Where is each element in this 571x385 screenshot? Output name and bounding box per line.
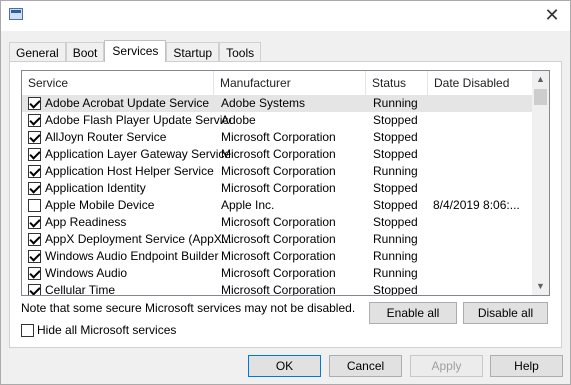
service-checkbox[interactable] bbox=[28, 165, 41, 178]
tab-strip: General Boot Services Startup Tools bbox=[9, 40, 262, 62]
manufacturer-cell: Microsoft Corporation bbox=[221, 164, 336, 178]
status-cell: Stopped bbox=[373, 283, 418, 296]
scroll-down-arrow[interactable]: ▼ bbox=[532, 278, 549, 295]
service-checkbox[interactable] bbox=[28, 97, 41, 110]
service-checkbox[interactable] bbox=[28, 131, 41, 144]
column-header-service[interactable]: Service bbox=[22, 71, 214, 95]
tab-services[interactable]: Services bbox=[104, 40, 167, 62]
table-row[interactable]: Application Host Helper Service Microsoft… bbox=[22, 163, 532, 180]
status-cell: Stopped bbox=[373, 198, 418, 212]
table-row[interactable]: App Readiness Microsoft Corporation Stoppe… bbox=[22, 214, 532, 231]
service-checkbox[interactable] bbox=[28, 182, 41, 195]
status-cell: Stopped bbox=[373, 113, 418, 127]
table-row[interactable]: Windows Audio Endpoint Builder Microsoft … bbox=[22, 248, 532, 265]
enable-all-button[interactable]: Enable all bbox=[369, 302, 457, 324]
title-bar: ✕ bbox=[1, 1, 570, 31]
service-checkbox[interactable] bbox=[28, 148, 41, 161]
table-row[interactable]: Application Layer Gateway Service Microso… bbox=[22, 146, 532, 163]
hide-ms-services-checkbox[interactable] bbox=[21, 324, 34, 337]
manufacturer-cell: Microsoft Corporation bbox=[221, 283, 336, 296]
table-row[interactable]: Adobe Acrobat Update Service Adobe System… bbox=[22, 95, 532, 112]
service-checkbox[interactable] bbox=[28, 250, 41, 263]
apply-button[interactable]: Apply bbox=[410, 355, 483, 377]
status-cell: Running bbox=[373, 164, 418, 178]
manufacturer-cell: Microsoft Corporation bbox=[221, 181, 336, 195]
service-name-cell: Windows Audio Endpoint Builder bbox=[45, 249, 219, 263]
manufacturer-cell: Microsoft Corporation bbox=[221, 232, 336, 246]
cancel-button[interactable]: Cancel bbox=[329, 355, 402, 377]
service-checkbox[interactable] bbox=[28, 267, 41, 280]
app-icon bbox=[9, 8, 23, 20]
list-header: Service Manufacturer Status Date Disable… bbox=[22, 71, 532, 96]
manufacturer-cell: Adobe bbox=[221, 113, 256, 127]
column-header-manufacturer[interactable]: Manufacturer bbox=[214, 71, 366, 95]
ok-button[interactable]: OK bbox=[248, 355, 321, 377]
scroll-thumb[interactable] bbox=[534, 89, 547, 105]
status-cell: Stopped bbox=[373, 130, 418, 144]
service-name-cell: Adobe Flash Player Update Service bbox=[45, 113, 231, 127]
system-configuration-window: ✕ General Boot Services Startup Tools Se… bbox=[0, 0, 571, 385]
manufacturer-cell: Apple Inc. bbox=[221, 198, 275, 212]
service-name-cell: Adobe Acrobat Update Service bbox=[45, 96, 210, 110]
manufacturer-cell: Microsoft Corporation bbox=[221, 130, 336, 144]
service-name-cell: Application Host Helper Service bbox=[45, 164, 214, 178]
secure-services-note: Note that some secure Microsoft services… bbox=[21, 301, 356, 315]
service-name-cell: Application Identity bbox=[45, 181, 146, 195]
status-cell: Stopped bbox=[373, 147, 418, 161]
column-header-status[interactable]: Status bbox=[366, 71, 428, 95]
service-checkbox[interactable] bbox=[28, 114, 41, 127]
status-cell: Running bbox=[373, 249, 418, 263]
table-row[interactable]: Adobe Flash Player Update Service Adobe St… bbox=[22, 112, 532, 129]
disable-all-button[interactable]: Disable all bbox=[463, 302, 548, 324]
hide-ms-services-label: Hide all Microsoft services bbox=[37, 323, 177, 337]
service-name-cell: Windows Audio bbox=[45, 266, 128, 280]
tab-general[interactable]: General bbox=[9, 42, 66, 62]
manufacturer-cell: Microsoft Corporation bbox=[221, 215, 336, 229]
column-header-date-disabled[interactable]: Date Disabled bbox=[428, 71, 532, 95]
service-name-cell: Apple Mobile Device bbox=[45, 198, 155, 212]
vertical-scrollbar[interactable]: ▲ ▼ bbox=[532, 71, 549, 295]
manufacturer-cell: Microsoft Corporation bbox=[221, 147, 336, 161]
tab-startup[interactable]: Startup bbox=[166, 42, 220, 62]
table-row[interactable]: Application Identity Microsoft Corporatio… bbox=[22, 180, 532, 197]
services-list[interactable]: Service Manufacturer Status Date Disable… bbox=[21, 70, 550, 296]
status-cell: Running bbox=[373, 266, 418, 280]
service-checkbox[interactable] bbox=[28, 233, 41, 246]
close-button[interactable]: ✕ bbox=[540, 4, 564, 28]
service-name-cell: AllJoyn Router Service bbox=[45, 130, 167, 144]
manufacturer-cell: Adobe Systems bbox=[221, 96, 306, 110]
table-row[interactable]: AppX Deployment Service (AppX... Microsof… bbox=[22, 231, 532, 248]
manufacturer-cell: Microsoft Corporation bbox=[221, 266, 336, 280]
tab-boot[interactable]: Boot bbox=[65, 42, 105, 62]
status-cell: Running bbox=[373, 96, 418, 110]
service-checkbox[interactable] bbox=[28, 199, 41, 212]
status-cell: Stopped bbox=[373, 215, 418, 229]
service-name-cell: Application Layer Gateway Service bbox=[45, 147, 231, 161]
service-name-cell: Cellular Time bbox=[45, 283, 116, 296]
table-row[interactable]: Apple Mobile Device Apple Inc. Stopped 8/4/… bbox=[22, 197, 532, 214]
status-cell: Running bbox=[373, 232, 418, 246]
manufacturer-cell: Microsoft Corporation bbox=[221, 249, 336, 263]
service-name-cell: App Readiness bbox=[45, 215, 127, 229]
table-row[interactable]: AllJoyn Router Service Microsoft Corporat… bbox=[22, 129, 532, 146]
table-row[interactable]: Cellular Time Microsoft Corporation Stoppe… bbox=[22, 282, 532, 296]
help-button[interactable]: Help bbox=[490, 355, 563, 377]
list-rows: Adobe Acrobat Update Service Adobe System… bbox=[22, 95, 532, 296]
date-disabled-cell: 8/4/2019 8:06:... bbox=[433, 198, 520, 212]
tab-tools[interactable]: Tools bbox=[219, 42, 262, 62]
service-name-cell: AppX Deployment Service (AppX... bbox=[45, 232, 231, 246]
service-checkbox[interactable] bbox=[28, 284, 41, 295]
service-checkbox[interactable] bbox=[28, 216, 41, 229]
status-cell: Stopped bbox=[373, 181, 418, 195]
table-row[interactable]: Windows Audio Microsoft Corporation Runnin… bbox=[22, 265, 532, 282]
scroll-up-arrow[interactable]: ▲ bbox=[532, 71, 549, 88]
